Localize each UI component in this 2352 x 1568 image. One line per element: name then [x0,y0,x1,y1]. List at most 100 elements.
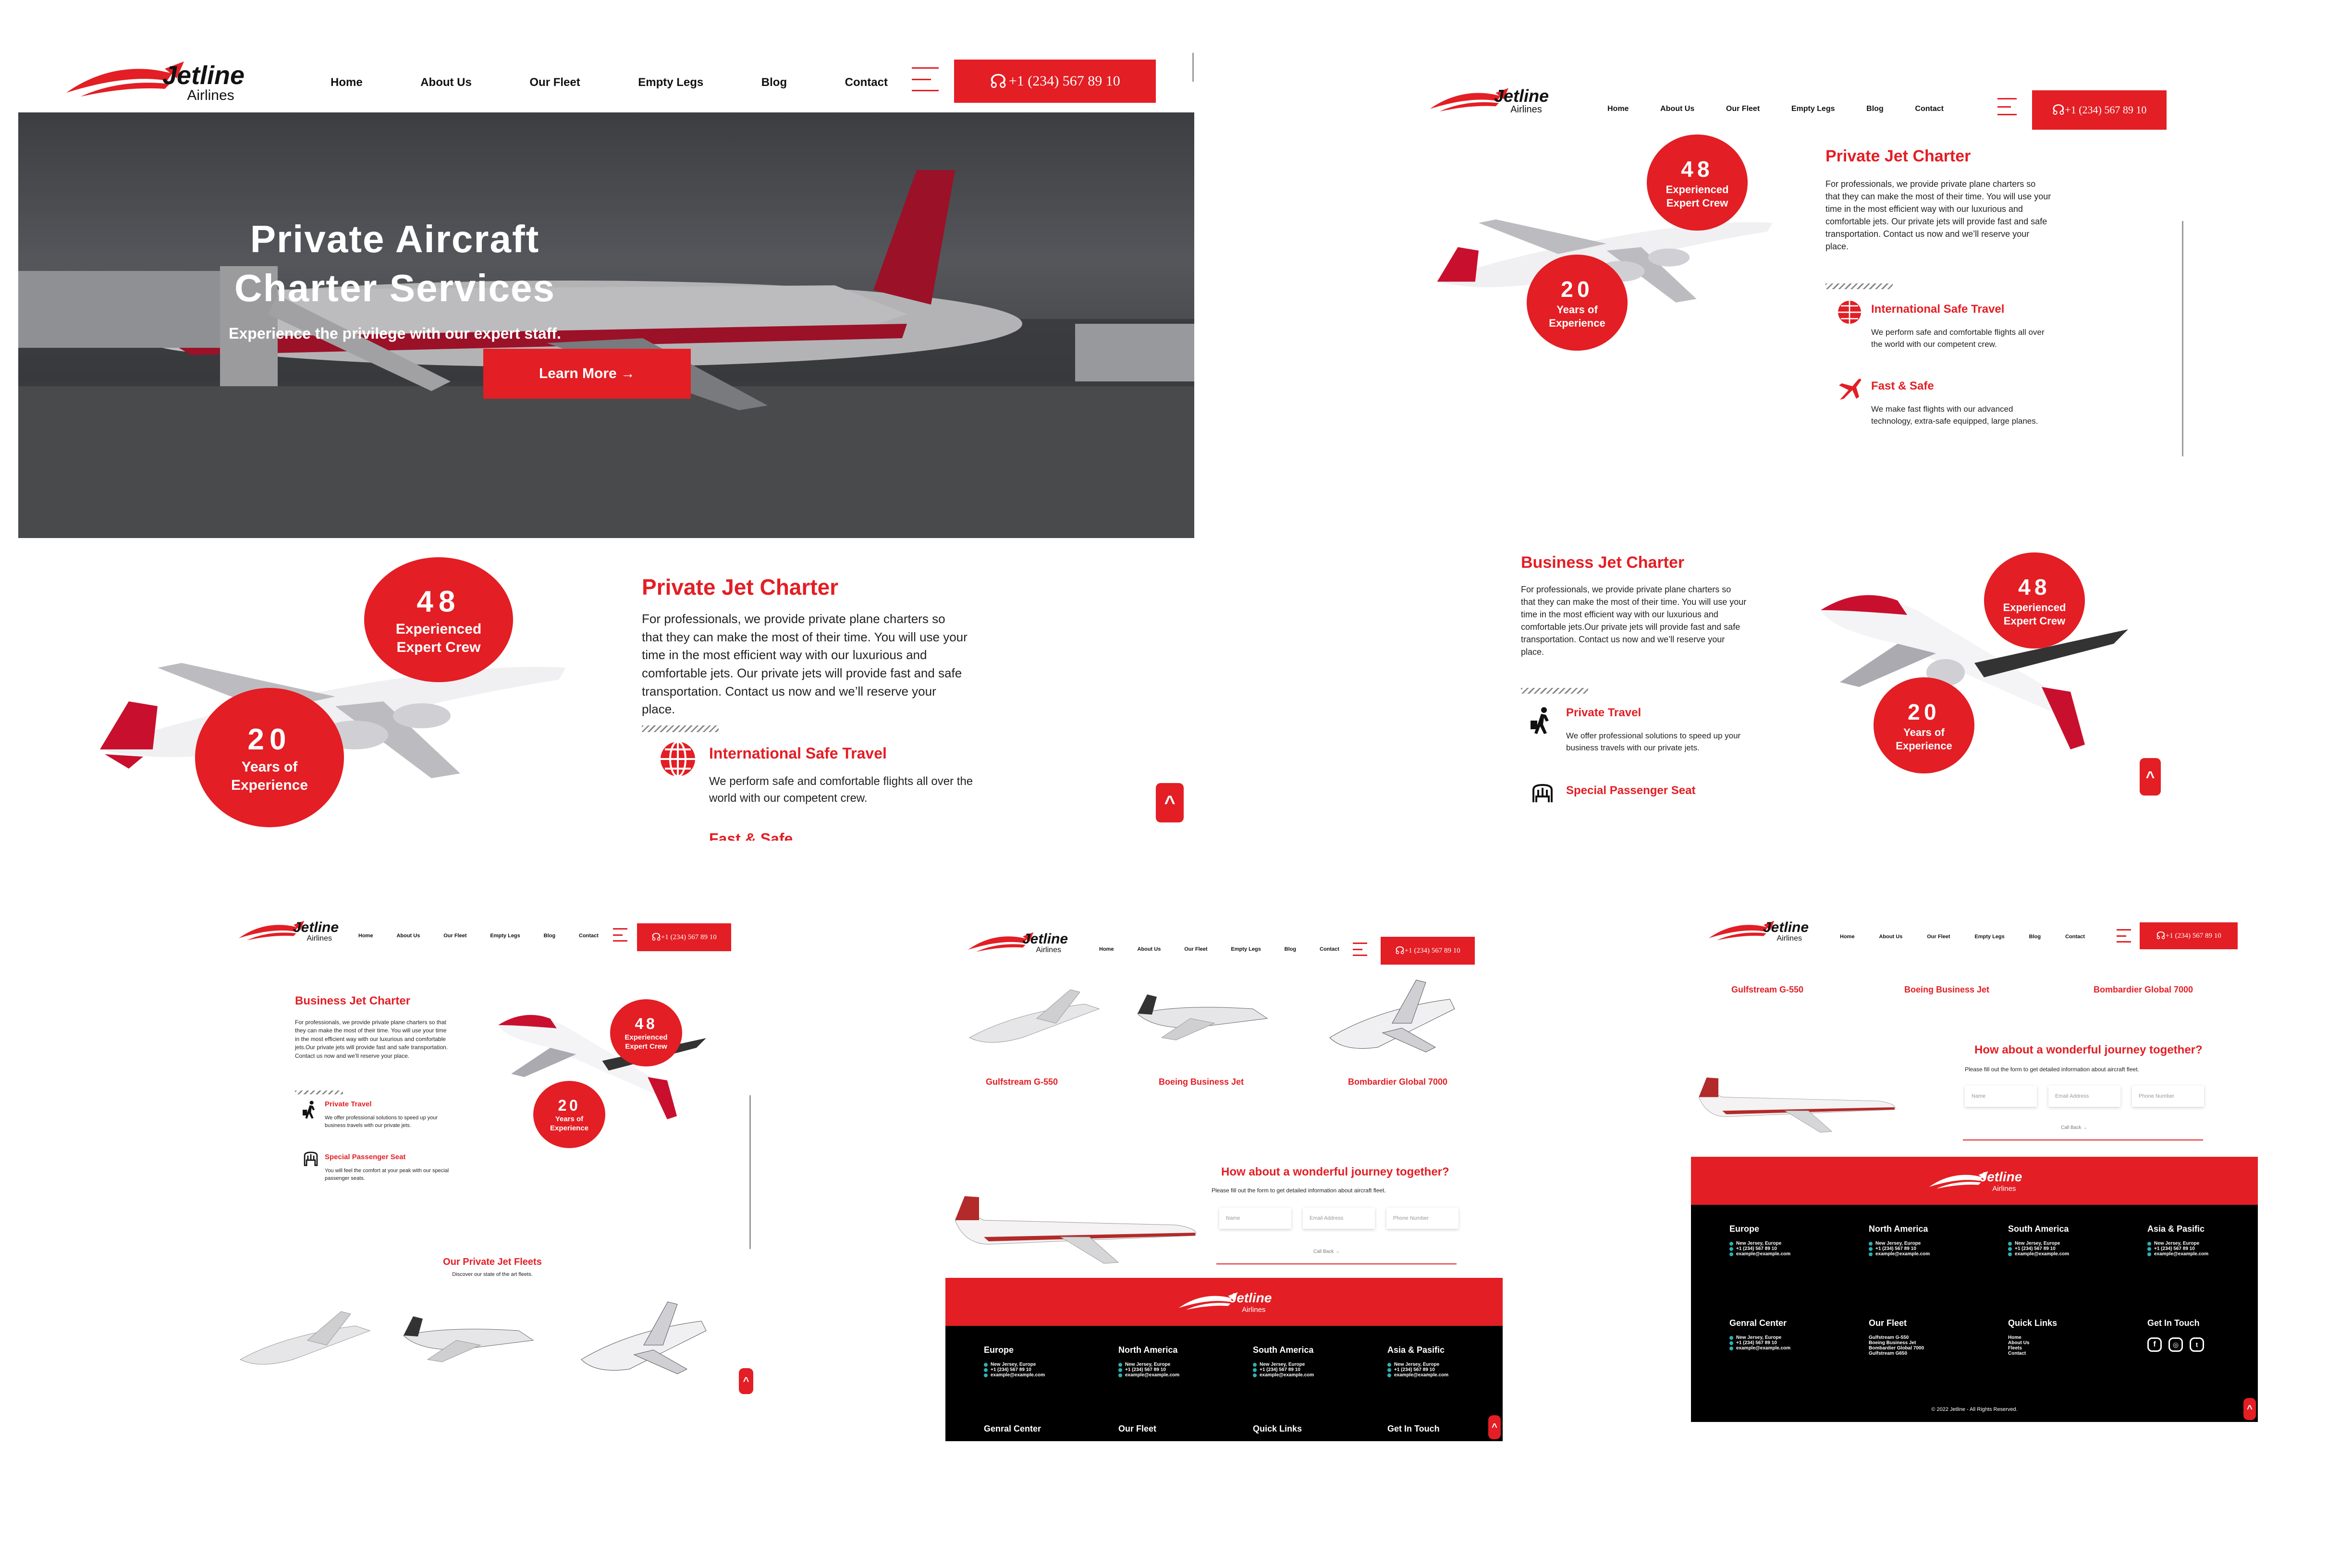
footer-na-phone[interactable]: +1 (234) 567 89 10 [1875,1246,1916,1251]
footer-center-phone[interactable]: +1 (234) 567 89 10 [1736,1340,1777,1346]
footer-link[interactable]: Home [2008,1335,2057,1340]
nav-blog[interactable]: Blog [1866,105,1884,113]
footer-fleet-item[interactable]: Gulfstream G-550 [1869,1335,1924,1340]
nav-contact[interactable]: Contact [2065,934,2085,940]
fleet-name-2[interactable]: Boeing Business Jet [1159,1077,1244,1087]
footer-center-email[interactable]: example@example.com [1736,1346,1790,1351]
email-input[interactable]: Email Address [2048,1086,2120,1107]
footer-asia-phone[interactable]: +1 (234) 567 89 10 [2154,1246,2195,1251]
footer-link[interactable]: Fleets [2008,1346,2057,1351]
nav-contact[interactable]: Contact [1320,946,1339,952]
footer-fleet-item[interactable]: Bombardier Global 7000 [1869,1346,1924,1351]
call-back-button[interactable]: Call Back → [1313,1249,1340,1254]
phone-icon [984,1368,988,1372]
logo[interactable]: Jetline Airlines [1705,919,1809,943]
nav-home[interactable]: Home [331,76,363,89]
call-button[interactable]: ☊ +1 (234) 567 89 10 [2140,922,2238,949]
footer-sa-phone[interactable]: +1 (234) 567 89 10 [2015,1246,2056,1251]
footer-sa-email[interactable]: example@example.com [1260,1372,1314,1378]
nav-blog[interactable]: Blog [2029,934,2041,940]
nav-empty-legs[interactable]: Empty Legs [1231,946,1261,952]
footer-europe-phone[interactable]: +1 (234) 567 89 10 [1736,1246,1777,1251]
nav-fleet[interactable]: Our Fleet [1184,946,1207,952]
nav-empty-legs[interactable]: Empty Legs [638,76,703,89]
menu-icon[interactable] [1997,98,2017,115]
nav-home[interactable]: Home [1607,105,1629,113]
footer-asia-email[interactable]: example@example.com [1394,1372,1448,1378]
nav-blog[interactable]: Blog [544,933,555,939]
nav-about[interactable]: About Us [396,933,420,939]
call-button[interactable]: ☊ +1 (234) 567 89 10 [954,60,1156,103]
footer-europe-phone[interactable]: +1 (234) 567 89 10 [991,1367,1031,1372]
nav-empty-legs[interactable]: Empty Legs [490,933,520,939]
nav-contact[interactable]: Contact [579,933,599,939]
years-label-1: Years of [1556,304,1598,316]
footer-europe-email[interactable]: example@example.com [991,1372,1045,1378]
call-button[interactable]: ☊ +1 (234) 567 89 10 [1381,937,1475,965]
name-input[interactable]: Name [1219,1208,1291,1229]
logo[interactable]: Jetline Airlines [965,931,1068,955]
fleet-name-2[interactable]: Boeing Business Jet [1904,985,1989,995]
back-to-top-button[interactable]: ^ [1488,1415,1501,1439]
nav-blog[interactable]: Blog [1285,946,1296,952]
facebook-icon[interactable]: f [2147,1337,2162,1352]
chevron-up-icon: ^ [1164,792,1176,813]
logo[interactable]: Jetline Airlines [1427,86,1549,115]
call-back-button[interactable]: Call Back → [2061,1125,2087,1130]
footer-link[interactable]: Contact [2008,1351,2057,1356]
fleet-name-1[interactable]: Gulfstream G-550 [1731,985,1803,995]
call-button[interactable]: ☊ +1 (234) 567 89 10 [637,923,731,951]
phone-input[interactable]: Phone Number [2132,1086,2204,1107]
nav-empty-legs[interactable]: Empty Legs [1974,934,2004,940]
nav-fleet[interactable]: Our Fleet [1726,105,1760,113]
footer-fleet-item[interactable]: Gulfstream G650 [1869,1351,1924,1356]
back-to-top-button[interactable]: ^ [739,1368,753,1394]
fleet-name-3[interactable]: Bombardier Global 7000 [2094,985,2193,995]
back-to-top-button[interactable]: ^ [2243,1398,2256,1420]
footer-sa-phone[interactable]: +1 (234) 567 89 10 [1260,1367,1300,1372]
footer-sa-email[interactable]: example@example.com [2015,1251,2069,1257]
footer-na-email[interactable]: example@example.com [1875,1251,1930,1257]
logo[interactable]: Jetline Airlines [61,57,245,105]
back-to-top-button[interactable]: ^ [2140,758,2161,796]
footer-fleet-item[interactable]: Boeing Business Jet [1869,1340,1924,1346]
nav-about[interactable]: About Us [1879,934,1902,940]
nav-empty-legs[interactable]: Empty Legs [1791,105,1835,113]
email-input[interactable]: Email Address [1303,1208,1375,1229]
footer-banner: Jetline Airlines [945,1278,1503,1326]
menu-icon[interactable] [912,67,939,91]
fleet-jet-2-image [403,1316,534,1362]
nav-about[interactable]: About Us [1660,105,1694,113]
nav-about[interactable]: About Us [420,76,472,89]
phone-input[interactable]: Phone Number [1386,1208,1458,1229]
brand-sub: Airlines [1036,946,1061,954]
nav-fleet[interactable]: Our Fleet [1927,934,1950,940]
nav-contact[interactable]: Contact [845,76,888,89]
back-to-top-button[interactable]: ^ [1156,783,1184,822]
menu-icon[interactable] [1353,943,1367,956]
nav-about[interactable]: About Us [1137,946,1161,952]
nav-blog[interactable]: Blog [761,76,787,89]
fleet-name-3[interactable]: Bombardier Global 7000 [1348,1077,1447,1087]
nav-home[interactable]: Home [1099,946,1114,952]
footer-na-phone[interactable]: +1 (234) 567 89 10 [1125,1367,1166,1372]
nav-home[interactable]: Home [358,933,373,939]
instagram-icon[interactable]: ◎ [2168,1337,2183,1352]
footer-europe-email[interactable]: example@example.com [1736,1251,1790,1257]
name-input[interactable]: Name [1965,1086,2037,1107]
call-button[interactable]: ☊ +1 (234) 567 89 10 [2032,90,2167,130]
footer-asia-phone[interactable]: +1 (234) 567 89 10 [1394,1367,1435,1372]
footer-asia-email[interactable]: example@example.com [2154,1251,2208,1257]
learn-more-button[interactable]: Learn More → [483,349,691,399]
nav-home[interactable]: Home [1840,934,1855,940]
nav-fleet[interactable]: Our Fleet [529,76,580,89]
fleet-name-1[interactable]: Gulfstream G-550 [986,1077,1058,1087]
logo[interactable]: Jetline Airlines [235,919,339,943]
footer-na-email[interactable]: example@example.com [1125,1372,1179,1378]
footer-link[interactable]: About Us [2008,1340,2057,1346]
nav-contact[interactable]: Contact [1915,105,1944,113]
menu-icon[interactable] [613,928,627,942]
twitter-icon[interactable]: t [2190,1337,2204,1352]
menu-icon[interactable] [2117,929,2131,943]
nav-fleet[interactable]: Our Fleet [443,933,466,939]
